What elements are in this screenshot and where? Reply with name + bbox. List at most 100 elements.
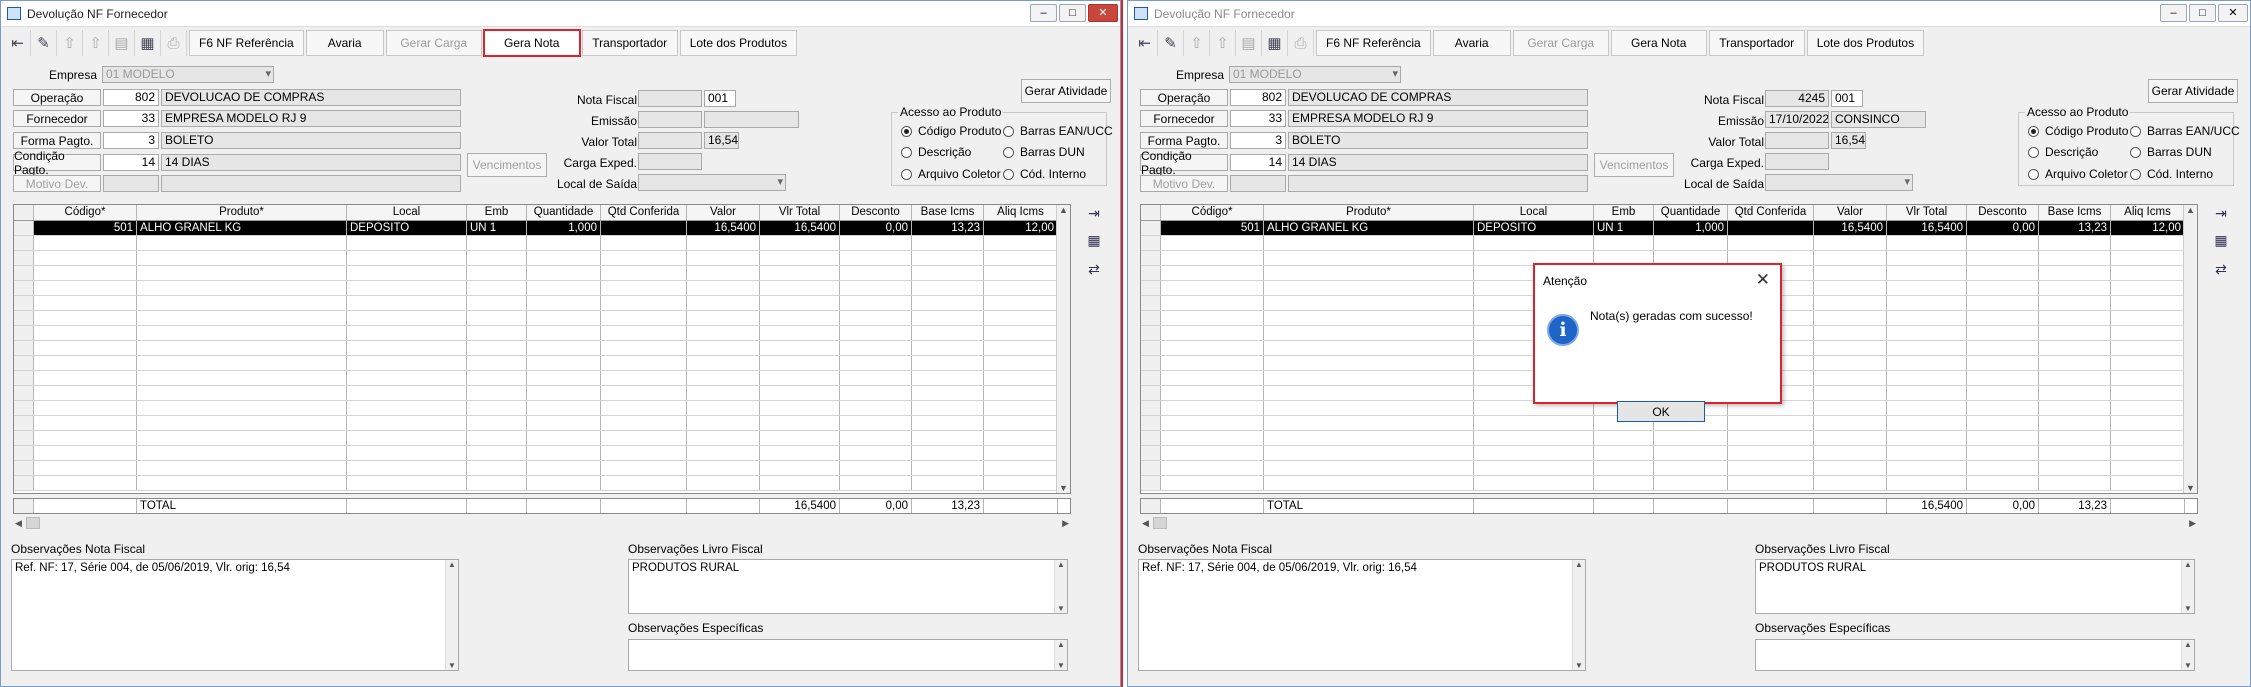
grid-transfer-icon[interactable]: ⇄ — [1081, 258, 1107, 280]
cell-local[interactable]: DEPOSITO — [1474, 221, 1594, 235]
grid-cell[interactable] — [912, 386, 984, 400]
grid-cell[interactable] — [1161, 311, 1264, 325]
grid-cell[interactable] — [1264, 446, 1474, 460]
grid-cell[interactable] — [1728, 416, 1814, 430]
grid-cell[interactable] — [2039, 281, 2111, 295]
grid-cell[interactable] — [1814, 476, 1887, 490]
scroll-thumb[interactable] — [1153, 517, 1167, 529]
grid-cell[interactable] — [687, 446, 760, 460]
grid-cell[interactable] — [1887, 236, 1967, 250]
grid-cell[interactable] — [1264, 281, 1474, 295]
grid-cell[interactable] — [912, 341, 984, 355]
grid-cell[interactable] — [1814, 461, 1887, 475]
radio-arquivo-coletor[interactable]: Arquivo Coletor — [901, 167, 1001, 181]
grid-cell[interactable] — [840, 311, 912, 325]
grid-cell[interactable] — [34, 476, 137, 490]
grid-cell[interactable] — [840, 356, 912, 370]
grid-cell[interactable] — [601, 401, 687, 415]
grid-cell[interactable] — [912, 476, 984, 490]
column-header[interactable]: Emb — [1594, 205, 1654, 220]
grid-cell[interactable] — [1814, 281, 1887, 295]
grid-cell[interactable] — [347, 476, 467, 490]
grid-cell[interactable] — [1474, 446, 1594, 460]
close-button[interactable]: ✕ — [1088, 4, 1118, 22]
cell-desconto[interactable]: 0,00 — [1967, 221, 2039, 235]
grid-cell[interactable] — [760, 266, 840, 280]
grid-cell[interactable] — [1161, 476, 1264, 490]
grid-cell[interactable] — [760, 326, 840, 340]
printer-stack-icon[interactable]: ▤ — [109, 30, 135, 56]
column-header[interactable]: Local — [1474, 205, 1594, 220]
grid-cell[interactable] — [467, 461, 527, 475]
gerar-atividade-button[interactable]: Gerar Atividade — [2148, 79, 2238, 103]
table-row[interactable] — [1141, 476, 2197, 491]
grid-cell[interactable] — [840, 281, 912, 295]
grid-horizontal-scrollbar[interactable]: ◀ ▶ — [13, 516, 1071, 530]
grid-cell[interactable] — [1967, 296, 2039, 310]
grid-cell[interactable] — [467, 236, 527, 250]
grid-cell[interactable] — [601, 431, 687, 445]
grid-cell[interactable] — [527, 266, 601, 280]
grid-cell[interactable] — [2111, 251, 2185, 265]
grid-cell[interactable] — [1967, 416, 2039, 430]
grid-cell[interactable] — [137, 281, 347, 295]
grid-cell[interactable] — [840, 386, 912, 400]
grid-cell[interactable] — [840, 341, 912, 355]
cell-produto[interactable]: ALHO GRANEL KG — [1264, 221, 1474, 235]
dialog-title-bar[interactable]: Atenção ✕ — [1535, 265, 1780, 297]
grid-cell[interactable] — [347, 341, 467, 355]
grid-cell[interactable] — [34, 296, 137, 310]
grid-cell[interactable] — [2111, 461, 2185, 475]
cell-base-icms[interactable]: 13,23 — [2039, 221, 2111, 235]
grid-cell[interactable] — [34, 311, 137, 325]
grid-cell[interactable] — [601, 281, 687, 295]
minimize-button[interactable]: – — [2160, 4, 2187, 22]
table-row[interactable] — [14, 341, 1070, 356]
grid-cell[interactable] — [687, 416, 760, 430]
grid-cell[interactable] — [2111, 311, 2185, 325]
table-row[interactable] — [14, 476, 1070, 491]
grid-cell[interactable] — [2039, 236, 2111, 250]
fornecedor-code-field[interactable]: 33 — [1230, 110, 1286, 127]
grid-cell[interactable] — [760, 251, 840, 265]
grid-cell[interactable] — [467, 401, 527, 415]
cell-aliq-icms[interactable]: 12,00 — [984, 221, 1058, 235]
eraser-icon[interactable]: ✎ — [31, 30, 57, 56]
grid-cell[interactable] — [687, 236, 760, 250]
grid-cell[interactable] — [687, 251, 760, 265]
column-header[interactable]: Produto* — [137, 205, 347, 220]
grid-cell[interactable] — [760, 371, 840, 385]
cell-codigo[interactable]: 501 — [1161, 221, 1264, 235]
grid-cell[interactable] — [840, 326, 912, 340]
grid-cell[interactable] — [1474, 476, 1594, 490]
grid-cell[interactable] — [1967, 356, 2039, 370]
grid-cell[interactable] — [601, 416, 687, 430]
grid-cell[interactable] — [984, 401, 1058, 415]
scroll-up-icon[interactable]: ▲ — [1575, 560, 1583, 569]
grid-cell[interactable] — [912, 416, 984, 430]
operacao-button[interactable]: Operação — [1140, 89, 1228, 106]
cell-produto[interactable]: ALHO GRANEL KG — [137, 221, 347, 235]
grid-cell[interactable] — [687, 311, 760, 325]
gerar-carga-button[interactable]: Gerar Carga — [385, 30, 482, 56]
grid-cell[interactable] — [687, 461, 760, 475]
transportador-button[interactable]: Transportador — [581, 30, 678, 56]
cell-vlr-total[interactable]: 16,5400 — [760, 221, 840, 235]
grid-cell[interactable] — [601, 236, 687, 250]
grid-cell[interactable] — [1814, 356, 1887, 370]
avaria-button[interactable]: Avaria — [305, 30, 384, 56]
grid-add-icon[interactable]: ▦ — [1081, 229, 1107, 251]
column-header[interactable]: Base Icms — [2039, 205, 2111, 220]
motivo-dev-button[interactable]: Motivo Dev. — [13, 175, 101, 192]
grid-cell[interactable] — [840, 251, 912, 265]
grid-cell[interactable] — [1887, 251, 1967, 265]
table-row[interactable] — [14, 416, 1070, 431]
grid-cell[interactable] — [347, 266, 467, 280]
grid-cell[interactable] — [1887, 416, 1967, 430]
column-header[interactable]: Vlr Total — [1887, 205, 1967, 220]
gerar-carga-button[interactable]: Gerar Carga — [1512, 30, 1609, 56]
scroll-up-icon[interactable]: ▲ — [448, 560, 456, 569]
grid-cell[interactable] — [1967, 251, 2039, 265]
grid-cell[interactable] — [1887, 356, 1967, 370]
grid-cell[interactable] — [34, 251, 137, 265]
